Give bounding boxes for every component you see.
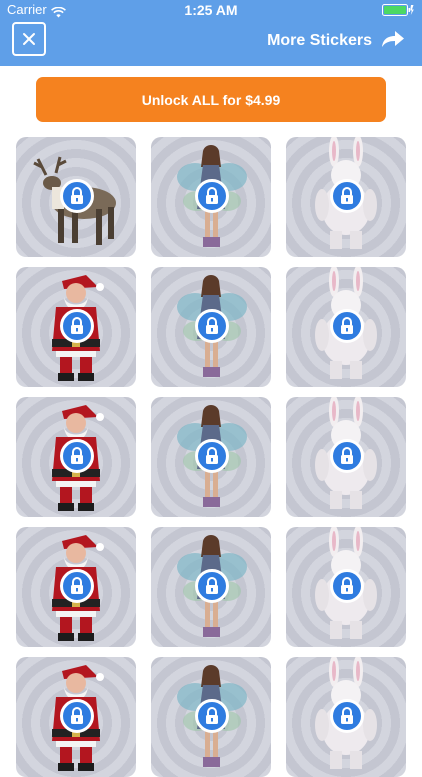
lock-icon xyxy=(195,569,229,603)
sticker-tile[interactable] xyxy=(286,267,406,387)
lock-icon xyxy=(195,179,229,213)
sticker-tile[interactable] xyxy=(151,137,271,257)
lock-icon xyxy=(330,179,364,213)
lock-icon xyxy=(60,569,94,603)
sticker-tile[interactable] xyxy=(16,267,136,387)
sticker-tile[interactable] xyxy=(151,527,271,647)
sticker-tile[interactable] xyxy=(286,137,406,257)
lock-icon xyxy=(330,309,364,343)
lock-icon xyxy=(60,309,94,343)
sticker-tile[interactable] xyxy=(16,397,136,517)
sticker-tile[interactable] xyxy=(151,657,271,777)
sticker-tile[interactable] xyxy=(286,657,406,777)
sticker-tile[interactable] xyxy=(286,527,406,647)
sticker-tile[interactable] xyxy=(286,397,406,517)
lock-icon xyxy=(60,179,94,213)
lock-icon xyxy=(330,439,364,473)
lock-icon xyxy=(330,569,364,603)
sticker-tile[interactable] xyxy=(151,267,271,387)
lock-icon xyxy=(60,699,94,733)
lock-icon xyxy=(195,309,229,343)
sticker-tile[interactable] xyxy=(16,527,136,647)
lock-icon xyxy=(330,699,364,733)
sticker-tile[interactable] xyxy=(16,137,136,257)
sticker-tile[interactable] xyxy=(151,397,271,517)
lock-icon xyxy=(195,699,229,733)
lock-icon xyxy=(195,439,229,473)
lock-icon xyxy=(60,439,94,473)
sticker-tile[interactable] xyxy=(16,657,136,777)
sticker-grid xyxy=(0,0,422,777)
